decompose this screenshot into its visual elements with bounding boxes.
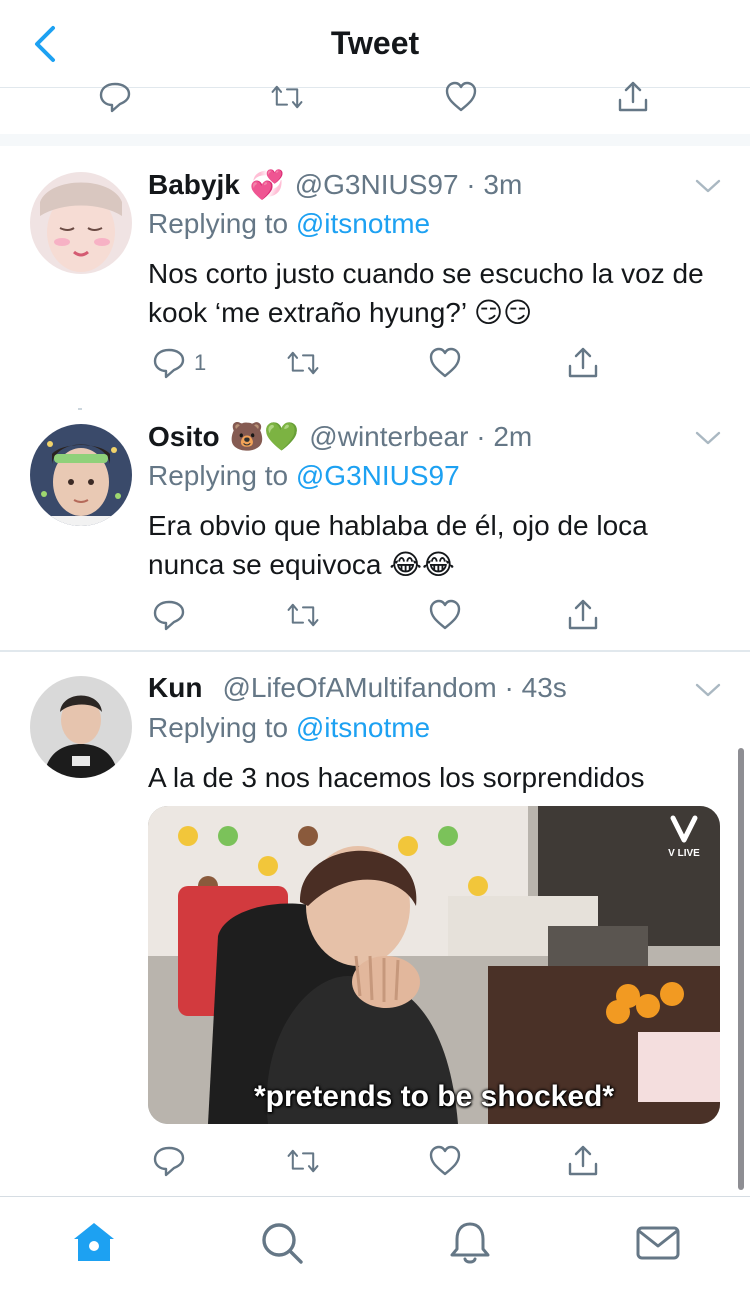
like-icon	[445, 81, 477, 112]
media-illustration	[148, 806, 720, 1124]
retweet-icon	[287, 603, 319, 627]
display-name[interactable]: Osito	[148, 421, 220, 453]
tweet-item[interactable]: Osito 🐻💚 @winterbear · 2m Replying to @G…	[0, 410, 750, 648]
retweet-icon	[271, 85, 303, 109]
share-button[interactable]	[566, 1144, 600, 1178]
tweet-divider	[0, 650, 750, 652]
tweet-item[interactable]: Babyjk 💞 @G3NIUS97 · 3m Replying to @its…	[0, 158, 750, 408]
reply-button[interactable]: 1	[152, 346, 206, 380]
more-chevron-icon[interactable]	[694, 176, 722, 196]
media-caption: *pretends to be shocked*	[253, 1080, 615, 1113]
replying-to-label: Replying to	[148, 208, 289, 239]
messages-icon	[636, 1226, 680, 1260]
share-icon	[568, 347, 598, 378]
prev-tweet-actions	[0, 81, 750, 146]
retweet-button[interactable]	[270, 80, 304, 114]
tweet-text: Era obvio que hablaba de él, ojo de loca…	[148, 510, 648, 580]
like-button[interactable]	[428, 346, 462, 380]
name-emoji: 💞	[249, 169, 285, 200]
retweet-icon	[287, 351, 319, 375]
share-icon	[618, 81, 648, 112]
like-icon	[429, 599, 461, 630]
back-chevron-icon	[35, 26, 55, 62]
reply-icon	[153, 1146, 185, 1177]
tab-home[interactable]	[70, 1219, 118, 1267]
share-button[interactable]	[566, 346, 600, 380]
retweet-button[interactable]	[286, 598, 320, 632]
like-button[interactable]	[444, 80, 478, 114]
retweet-icon	[287, 1149, 319, 1173]
reply-button[interactable]	[98, 80, 132, 114]
notifications-icon	[450, 1222, 490, 1264]
like-button[interactable]	[428, 1144, 462, 1178]
replying-to: Replying to @itsnotme	[148, 208, 430, 240]
reply-button[interactable]	[152, 598, 186, 632]
share-button[interactable]	[616, 80, 650, 114]
tab-messages[interactable]	[634, 1219, 682, 1267]
avatar[interactable]	[30, 172, 132, 274]
scrollbar[interactable]	[738, 748, 744, 1190]
handle-and-time[interactable]: @G3NIUS97 · 3m	[295, 169, 523, 201]
like-button[interactable]	[428, 598, 462, 632]
tweet-text: A la de 3 nos hacemos los sorprendidos	[148, 762, 645, 793]
tweet-header: Kun @LifeOfAMultifandom · 43s	[148, 672, 567, 704]
reply-icon	[153, 348, 185, 379]
tab-search[interactable]	[258, 1219, 306, 1267]
page-title: Tweet	[330, 25, 420, 61]
reply-button[interactable]	[152, 1144, 186, 1178]
replying-to-label: Replying to	[148, 712, 289, 743]
vlive-logo-icon	[670, 815, 698, 843]
home-icon	[74, 1223, 114, 1261]
name-emoji: 🐻💚	[229, 421, 300, 452]
share-icon	[568, 1145, 598, 1176]
bottom-tab-bar	[0, 1196, 750, 1294]
back-button[interactable]	[22, 22, 66, 66]
avatar[interactable]	[30, 424, 132, 526]
nav-header: Tweet	[0, 0, 750, 88]
tweet-media-image[interactable]: V LIVE *pretends to be shocked*	[148, 806, 720, 1124]
handle-and-time[interactable]: @LifeOfAMultifandom · 43s	[222, 672, 566, 704]
search-icon	[262, 1223, 303, 1264]
display-name[interactable]: Babyjk	[148, 169, 240, 201]
like-icon	[429, 1145, 461, 1176]
reply-mention-link[interactable]: @G3NIUS97	[296, 460, 460, 491]
retweet-button[interactable]	[286, 1144, 320, 1178]
more-chevron-icon[interactable]	[694, 428, 722, 448]
tweet-header: Osito 🐻💚 @winterbear · 2m	[148, 420, 532, 453]
replying-to-label: Replying to	[148, 460, 289, 491]
avatar[interactable]	[30, 676, 132, 778]
reply-icon	[153, 600, 185, 631]
more-chevron-icon[interactable]	[694, 680, 722, 700]
tab-notifications[interactable]	[446, 1219, 494, 1267]
reply-mention-link[interactable]: @itsnotme	[296, 712, 430, 743]
vlive-watermark: V LIVE	[662, 814, 706, 866]
handle-and-time[interactable]: @winterbear · 2m	[309, 421, 532, 453]
tweet-text: Nos corto justo cuando se escucho la voz…	[148, 258, 704, 328]
share-icon	[568, 599, 598, 630]
retweet-button[interactable]	[286, 346, 320, 380]
replying-to: Replying to @itsnotme	[148, 712, 430, 744]
reply-icon	[99, 82, 131, 113]
reply-mention-link[interactable]: @itsnotme	[296, 208, 430, 239]
reply-count: 1	[194, 350, 207, 375]
tweet-header: Babyjk 💞 @G3NIUS97 · 3m	[148, 168, 522, 201]
vlive-label: V LIVE	[668, 848, 700, 859]
display-name[interactable]: Kun	[148, 672, 202, 704]
tweet-thread-screen: Tweet Babyjk 💞 @G3NIUS97 · 3m Replying t…	[0, 0, 750, 1294]
like-icon	[429, 347, 461, 378]
replying-to: Replying to @G3NIUS97	[148, 460, 460, 492]
share-button[interactable]	[566, 598, 600, 632]
